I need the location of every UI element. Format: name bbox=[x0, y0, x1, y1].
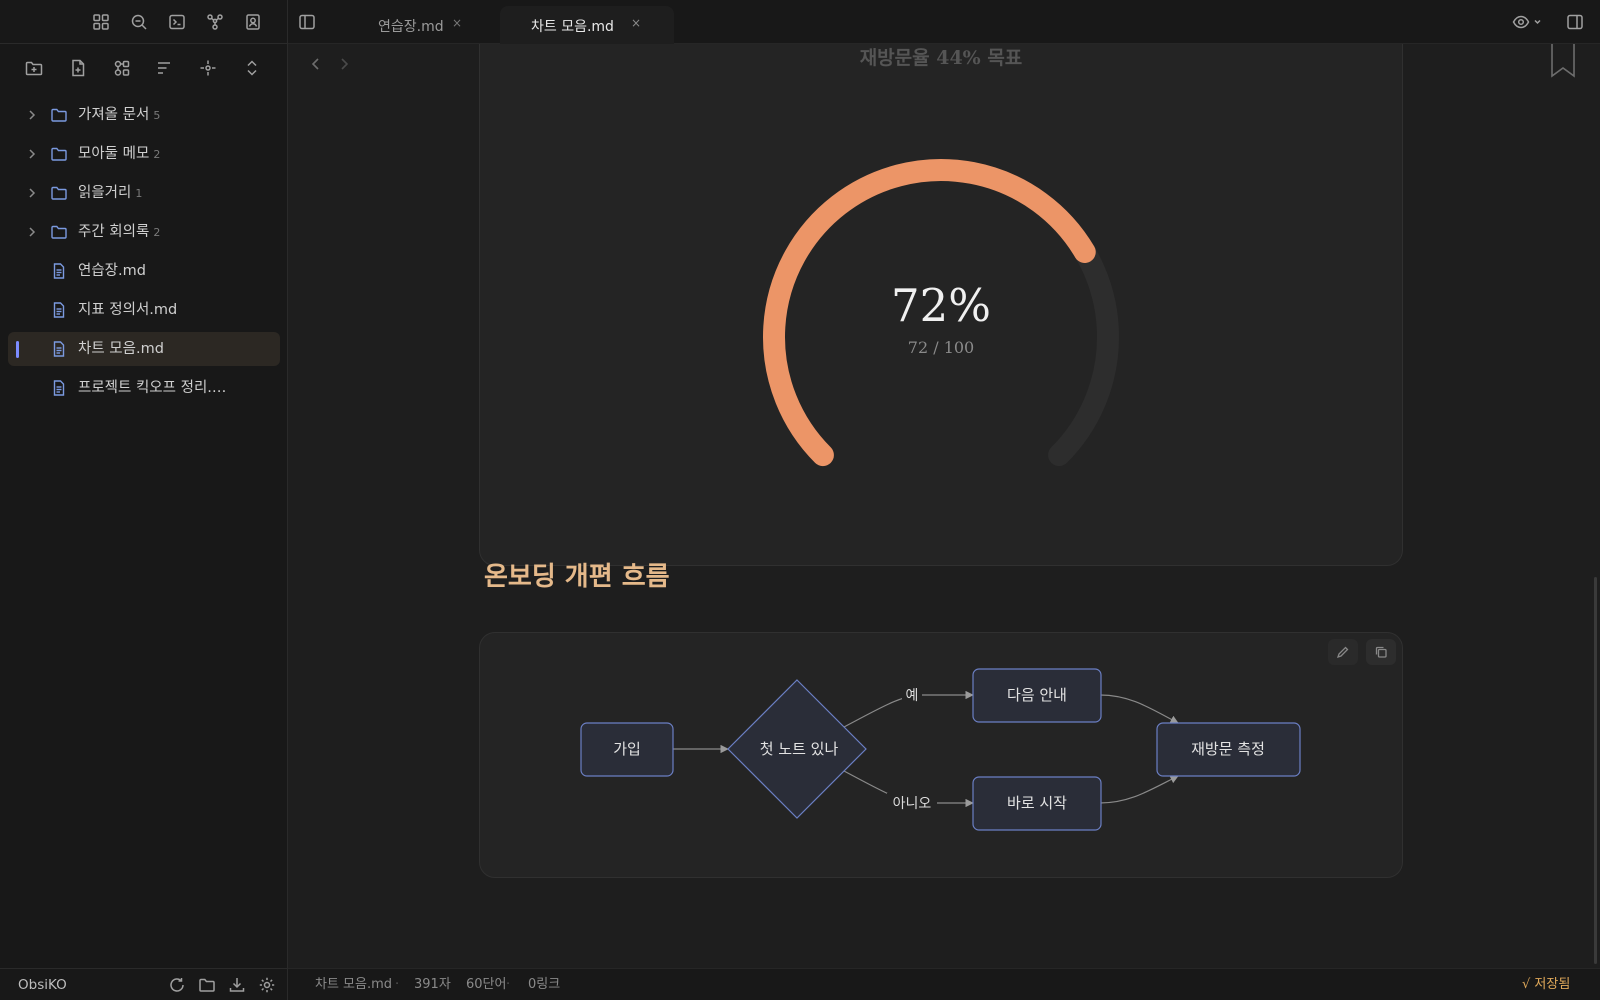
sort-icon[interactable] bbox=[152, 56, 176, 80]
tree-folder-memo[interactable]: 모아둘 메모 2 bbox=[8, 137, 280, 171]
gauge-sub-label: 72 / 100 bbox=[908, 338, 974, 357]
tree-item-label: 주간 회의록 bbox=[78, 224, 150, 240]
tree-item-count: 2 bbox=[153, 226, 161, 239]
status-word-count: 60단어 bbox=[466, 977, 507, 992]
edge-start-measure bbox=[1099, 775, 1179, 804]
status-link-count: 0링크 bbox=[528, 977, 561, 992]
editor-area: 72% 72 / 100 재방문율 44% 목표 온보딩 개편 흐름 예 아니오… bbox=[288, 44, 1600, 968]
node-signup-label: 가입 bbox=[613, 740, 641, 758]
section-heading: 온보딩 개편 흐름 bbox=[484, 562, 670, 592]
node-start-now-label: 바로 시작 bbox=[1007, 794, 1067, 812]
tab-bar: 연습장.md × 차트 모음.md × bbox=[288, 0, 1600, 44]
folder-icon bbox=[50, 106, 68, 128]
status-bar: 차트 모음.md · 391자 · 60단어 · 0링크 √ 저장됨 bbox=[288, 968, 1600, 1000]
vault-name[interactable]: ObsiKO bbox=[18, 969, 67, 1000]
chevron-right-icon bbox=[26, 225, 38, 243]
file-tree: 가져올 문서 5 모아둘 메모 2 읽을거리 1 주간 회의록 2 연습장.md 지표 … bbox=[8, 98, 280, 410]
folder-icon bbox=[50, 184, 68, 206]
tree-item-label: 프로젝트 킥오프 정리.… bbox=[78, 380, 227, 396]
gauge-chart: 72% 72 / 100 bbox=[763, 159, 1119, 467]
flowchart-diagram: 예 아니오 가입 첫 노트 있나 다음 안내 바로 시작 재방문 측정 bbox=[580, 668, 1301, 831]
tree-folder-import[interactable]: 가져올 문서 5 bbox=[8, 98, 280, 132]
tree-file-kickoff[interactable]: 프로젝트 킥오프 정리.… bbox=[8, 371, 280, 405]
tree-item-label: 연습장.md bbox=[78, 263, 146, 279]
grid-icon[interactable] bbox=[90, 11, 112, 33]
graph-icon[interactable] bbox=[204, 11, 226, 33]
download-icon[interactable] bbox=[226, 974, 248, 996]
tab-close-button[interactable]: × bbox=[631, 16, 641, 30]
tree-item-label: 가져올 문서 bbox=[78, 107, 150, 123]
toggle-left-sidebar-icon[interactable] bbox=[296, 11, 318, 33]
chevron-right-icon bbox=[26, 108, 38, 126]
crosshair-icon[interactable] bbox=[196, 56, 220, 80]
node-decision-label: 첫 노트 있나 bbox=[760, 740, 839, 758]
expand-collapse-icon[interactable] bbox=[240, 56, 264, 80]
contact-icon[interactable] bbox=[242, 11, 264, 33]
folder-icon bbox=[50, 145, 68, 167]
file-icon bbox=[50, 379, 68, 401]
tree-item-label: 지표 정의서.md bbox=[78, 302, 178, 318]
tab-charts[interactable]: 차트 모음.md × bbox=[500, 6, 674, 44]
tab-label: 연습장.md bbox=[378, 19, 444, 35]
folder-icon bbox=[50, 223, 68, 245]
pencil-icon bbox=[1336, 646, 1349, 659]
folder-open-icon[interactable] bbox=[196, 974, 218, 996]
file-icon bbox=[50, 301, 68, 323]
gauge-title: 재방문율 44% 목표 bbox=[859, 47, 1023, 69]
tree-item-label: 모아둘 메모 bbox=[78, 146, 150, 162]
tab-close-button[interactable]: × bbox=[452, 16, 462, 30]
tree-item-label: 읽을거리 bbox=[78, 185, 132, 201]
tab-label: 차트 모음.md bbox=[531, 19, 614, 35]
reading-view-icon[interactable] bbox=[1512, 11, 1546, 33]
ribbon-toolbar bbox=[0, 0, 288, 44]
tree-item-count: 2 bbox=[153, 148, 161, 161]
node-measure-label: 재방문 측정 bbox=[1191, 740, 1265, 758]
toggle-right-sidebar-icon[interactable] bbox=[1564, 11, 1586, 33]
terminal-icon[interactable] bbox=[166, 11, 188, 33]
tree-item-label: 차트 모음.md bbox=[78, 341, 164, 357]
file-explorer-toolbar bbox=[0, 52, 288, 84]
file-icon bbox=[50, 262, 68, 284]
tree-folder-reading[interactable]: 읽을거리 1 bbox=[8, 176, 280, 210]
tree-item-count: 1 bbox=[135, 187, 143, 200]
active-indicator bbox=[16, 341, 19, 358]
back-arrow-icon[interactable] bbox=[306, 54, 326, 74]
tree-folder-weekly[interactable]: 주간 회의록 2 bbox=[8, 215, 280, 249]
sidebar-footer: ObsiKO bbox=[0, 968, 288, 1000]
sync-icon[interactable] bbox=[166, 974, 188, 996]
node-next-guide-label: 다음 안내 bbox=[1007, 686, 1067, 704]
tree-file-metrics[interactable]: 지표 정의서.md bbox=[8, 293, 280, 327]
chevron-right-icon bbox=[26, 186, 38, 204]
chevron-right-icon bbox=[26, 147, 38, 165]
copy-block-button[interactable] bbox=[1366, 639, 1396, 665]
gauge-value-label: 72% bbox=[891, 279, 991, 332]
canvas-icon[interactable] bbox=[110, 56, 134, 80]
new-folder-icon[interactable] bbox=[22, 56, 46, 80]
edge-label-yes: 예 bbox=[906, 688, 919, 704]
sidebar: 가져올 문서 5 모아둘 메모 2 읽을거리 1 주간 회의록 2 연습장.md 지표 … bbox=[0, 0, 288, 1000]
status-saved: √ 저장됨 bbox=[1522, 977, 1571, 992]
search-icon[interactable] bbox=[128, 11, 150, 33]
gauge-card: 72% 72 / 100 재방문율 44% 목표 bbox=[479, 44, 1403, 566]
bookmark-icon[interactable] bbox=[1550, 44, 1576, 82]
new-note-icon[interactable] bbox=[66, 56, 90, 80]
scrollbar-thumb[interactable] bbox=[1594, 577, 1597, 964]
settings-gear-icon[interactable] bbox=[256, 974, 278, 996]
tree-file-practice[interactable]: 연습장.md bbox=[8, 254, 280, 288]
edge-label-no: 아니오 bbox=[893, 796, 932, 812]
copy-icon bbox=[1375, 646, 1387, 658]
file-icon bbox=[50, 340, 68, 362]
forward-arrow-icon[interactable] bbox=[334, 54, 354, 74]
tree-item-count: 5 bbox=[153, 109, 161, 122]
tree-file-charts[interactable]: 차트 모음.md bbox=[8, 332, 280, 366]
flowchart-card: 예 아니오 가입 첫 노트 있나 다음 안내 바로 시작 재방문 측정 bbox=[479, 632, 1403, 878]
status-filename: 차트 모음.md bbox=[315, 977, 393, 992]
edit-block-button[interactable] bbox=[1328, 639, 1358, 665]
edge-next-measure bbox=[1099, 694, 1179, 724]
